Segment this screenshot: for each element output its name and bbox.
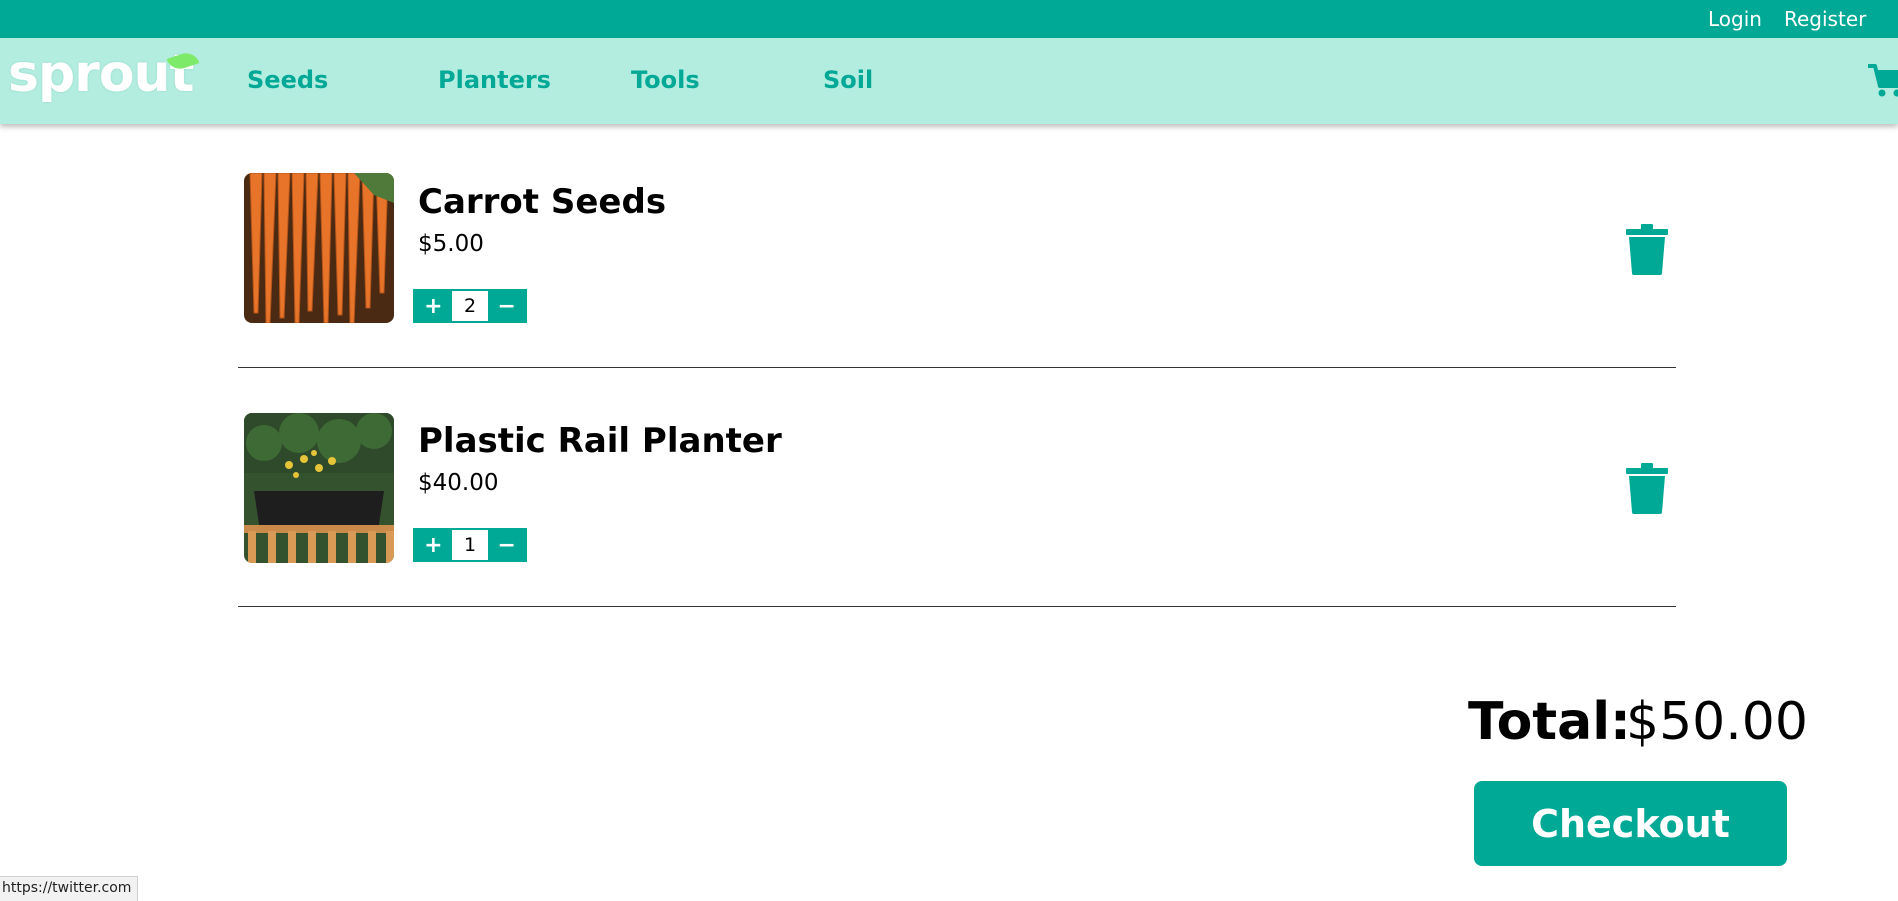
quantity-stepper: + 2 −: [413, 289, 527, 323]
login-link[interactable]: Login: [1708, 7, 1762, 31]
increase-quantity-button[interactable]: +: [415, 291, 452, 321]
cart-item-name: Carrot Seeds: [418, 182, 667, 222]
nav-item-soil[interactable]: Soil: [823, 66, 873, 94]
item-divider: [238, 367, 1676, 368]
nav-item-seeds[interactable]: Seeds: [247, 66, 328, 94]
quantity-value[interactable]: 2: [451, 291, 489, 321]
cart-item-name: Plastic Rail Planter: [418, 421, 782, 461]
decrease-quantity-button[interactable]: −: [488, 291, 526, 321]
logo[interactable]: sprout: [8, 48, 194, 100]
cart-item-image-plastic-rail-planter: [244, 413, 394, 563]
cart-item-image-carrot-seeds: [244, 173, 394, 323]
top-utility-bar: Login Register: [0, 0, 1898, 38]
increase-quantity-button[interactable]: +: [415, 530, 452, 560]
cart-icon[interactable]: [1866, 60, 1898, 100]
trash-icon[interactable]: [1624, 223, 1670, 275]
decrease-quantity-button[interactable]: −: [488, 530, 526, 560]
nav-item-tools[interactable]: Tools: [631, 66, 700, 94]
total-label: Total:: [1468, 692, 1631, 752]
cart-item-price: $5.00: [418, 231, 484, 257]
quantity-stepper: + 1 −: [413, 528, 527, 562]
trash-icon[interactable]: [1624, 462, 1670, 514]
cart-item-price: $40.00: [418, 470, 499, 496]
nav-item-planters[interactable]: Planters: [438, 66, 551, 94]
item-divider: [238, 606, 1676, 607]
checkout-button[interactable]: Checkout: [1474, 781, 1787, 866]
total-value: $50.00: [1626, 692, 1808, 752]
quantity-value[interactable]: 1: [451, 530, 489, 560]
main-navbar: sprout Seeds Planters Tools Soil: [0, 38, 1898, 124]
register-link[interactable]: Register: [1784, 7, 1866, 31]
status-bar-url: https://twitter.com: [0, 876, 139, 901]
